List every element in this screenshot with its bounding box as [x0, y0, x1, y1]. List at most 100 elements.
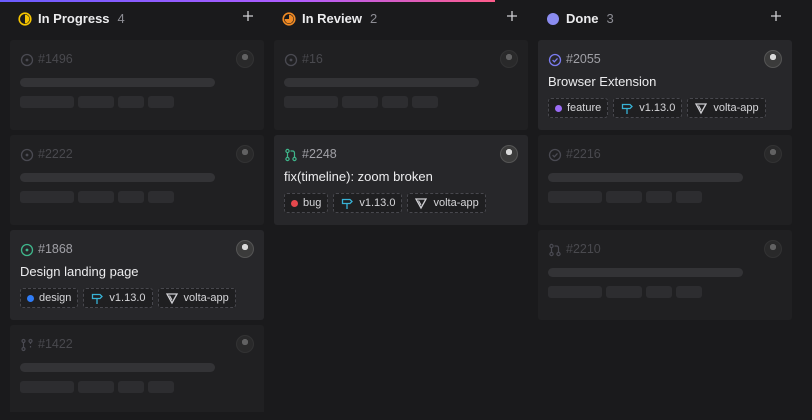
- title-skeleton: [284, 78, 479, 87]
- column-in-progress: In Progress 4 #1496 #2222 #1868 Design landin…: [10, 6, 264, 420]
- tag-list: design v1.13.0 volta-app: [20, 288, 254, 308]
- milestone-tag[interactable]: v1.13.0: [613, 98, 683, 118]
- add-card-button[interactable]: [240, 10, 256, 26]
- issue-title: Design landing page: [20, 264, 139, 279]
- card-placeholder[interactable]: #2216: [538, 135, 792, 225]
- tag-label: feature: [567, 102, 602, 114]
- column-title: In Progress: [38, 10, 110, 26]
- project-tag[interactable]: volta-app: [407, 193, 486, 213]
- issue-id: #1868: [38, 242, 73, 256]
- column-header: In Review 2: [274, 6, 528, 30]
- assignee-avatar[interactable]: [500, 50, 518, 68]
- project-icon: [165, 291, 179, 305]
- milestone-icon: [620, 101, 634, 115]
- milestone-icon: [340, 196, 354, 210]
- tag-label: volta-app: [713, 102, 759, 114]
- title-skeleton: [548, 268, 743, 277]
- issue-title: Browser Extension: [548, 74, 657, 89]
- column-header: Done 3: [538, 6, 792, 30]
- tag-label: v1.13.0: [639, 102, 676, 114]
- issue-id: #2210: [566, 242, 601, 256]
- column-title: Done: [566, 10, 599, 26]
- label-tag[interactable]: design: [20, 288, 79, 308]
- partial-circle-icon: [282, 11, 296, 26]
- project-tag[interactable]: volta-app: [157, 288, 236, 308]
- column-count: 3: [606, 10, 614, 26]
- card-list: #1496 #2222 #1868 Design landing page design…: [10, 40, 264, 415]
- card-list: #2055 Browser Extension feature v1.13.0 volt…: [538, 40, 792, 320]
- assignee-avatar[interactable]: [500, 145, 518, 163]
- open-circle-icon: [20, 243, 34, 256]
- plus-icon: [241, 9, 255, 28]
- issue-card[interactable]: #2248 fix(timeline): zoom broken bug v1.13.…: [274, 135, 528, 225]
- pull-request-icon: [284, 148, 297, 161]
- project-tag[interactable]: volta-app: [687, 98, 766, 118]
- issue-id: #16: [302, 52, 323, 66]
- card-placeholder[interactable]: #16: [274, 40, 528, 130]
- label-tag[interactable]: feature: [548, 98, 609, 118]
- title-skeleton: [20, 78, 215, 87]
- tags-skeleton: [20, 191, 254, 203]
- tag-label: v1.13.0: [109, 292, 146, 304]
- issue-id: #2055: [566, 52, 601, 66]
- assignee-avatar[interactable]: [236, 145, 254, 163]
- column-header: In Progress 4: [10, 6, 264, 30]
- assignee-avatar[interactable]: [236, 335, 254, 353]
- project-icon: [694, 101, 708, 115]
- label-dot-icon: [291, 199, 298, 207]
- filled-circle-icon: [546, 12, 559, 25]
- column-done: Done 3 #2055 Browser Extension feature v1.13.…: [538, 6, 792, 420]
- card-placeholder[interactable]: #1422: [10, 325, 264, 415]
- open-circle-icon: [20, 53, 34, 66]
- title-skeleton: [20, 173, 215, 182]
- card-placeholder[interactable]: #2210: [538, 230, 792, 320]
- tags-skeleton: [548, 191, 782, 203]
- column-count: 2: [369, 10, 378, 26]
- label-dot-icon: [555, 104, 562, 112]
- title-skeleton: [548, 173, 743, 182]
- tag-label: v1.13.0: [359, 197, 396, 209]
- column-title: In Review: [302, 10, 362, 26]
- assignee-avatar[interactable]: [764, 240, 782, 258]
- title-skeleton: [20, 363, 215, 372]
- plus-icon: [769, 9, 783, 28]
- milestone-tag[interactable]: v1.13.0: [83, 288, 153, 308]
- tag-list: feature v1.13.0 volta-app: [548, 98, 782, 118]
- tags-skeleton: [548, 286, 782, 298]
- project-icon: [414, 196, 428, 210]
- assignee-avatar[interactable]: [236, 240, 254, 258]
- issue-id: #2216: [566, 147, 601, 161]
- issue-id: #1422: [38, 337, 73, 351]
- add-card-button[interactable]: [504, 10, 520, 26]
- issue-id: #2248: [302, 147, 337, 161]
- kanban-board: In Progress 4 #1496 #2222 #1868 Design landin…: [10, 6, 810, 420]
- issue-card[interactable]: #2055 Browser Extension feature v1.13.0 volt…: [538, 40, 792, 130]
- check-circle-icon: [548, 53, 562, 66]
- tag-list: bug v1.13.0 volta-app: [284, 193, 518, 213]
- tag-label: volta-app: [183, 292, 229, 304]
- pull-request-icon: [548, 243, 561, 256]
- assignee-avatar[interactable]: [764, 145, 782, 163]
- tag-label: bug: [303, 197, 322, 209]
- tag-label: design: [39, 292, 72, 304]
- tag-label: volta-app: [433, 197, 479, 209]
- column-in-review: In Review 2 #16 #2248 fix(timeline): zoom br…: [274, 6, 528, 420]
- tags-skeleton: [284, 96, 518, 108]
- card-placeholder[interactable]: #1496: [10, 40, 264, 130]
- check-circle-icon: [548, 148, 562, 161]
- add-card-button[interactable]: [768, 10, 784, 26]
- issue-card[interactable]: #1868 Design landing page design v1.13.0 vol…: [10, 230, 264, 320]
- assignee-avatar[interactable]: [764, 50, 782, 68]
- open-circle-icon: [284, 53, 298, 66]
- assignee-avatar[interactable]: [236, 50, 254, 68]
- card-list: #16 #2248 fix(timeline): zoom broken bug v1.…: [274, 40, 528, 225]
- milestone-tag[interactable]: v1.13.0: [333, 193, 403, 213]
- tags-skeleton: [20, 381, 254, 393]
- plus-icon: [505, 9, 519, 28]
- issue-title: fix(timeline): zoom broken: [284, 169, 433, 184]
- tags-skeleton: [20, 96, 254, 108]
- milestone-icon: [90, 291, 104, 305]
- card-placeholder[interactable]: #2222: [10, 135, 264, 225]
- label-tag[interactable]: bug: [284, 193, 329, 213]
- half-circle-icon: [18, 11, 32, 26]
